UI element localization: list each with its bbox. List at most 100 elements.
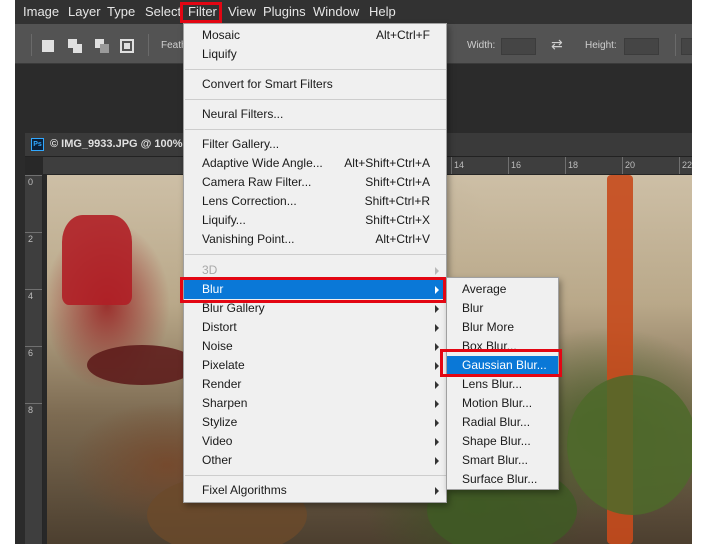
submenu-item-label: Surface Blur... bbox=[462, 472, 538, 486]
menu-item-mosaic[interactable]: Mosaic Alt+Ctrl+F bbox=[184, 26, 446, 45]
menu-item-label: Blur Gallery bbox=[202, 301, 265, 315]
menu-item-stylize[interactable]: Stylize bbox=[184, 413, 446, 432]
options-separator bbox=[675, 34, 676, 56]
ruler-label: 2 bbox=[28, 234, 34, 244]
menu-item-filter-gallery[interactable]: Filter Gallery... bbox=[184, 135, 446, 154]
swap-arrows-icon[interactable]: ⇄ bbox=[551, 37, 563, 53]
submenu-arrow-icon bbox=[435, 381, 439, 389]
intersect-selection-icon[interactable] bbox=[120, 39, 134, 53]
menu-item-render[interactable]: Render bbox=[184, 375, 446, 394]
menu-item-neural-filters[interactable]: Neural Filters... bbox=[184, 105, 446, 124]
add-to-selection-icon[interactable] bbox=[68, 39, 82, 53]
ruler-label: 6 bbox=[28, 348, 34, 358]
menu-image[interactable]: Image bbox=[23, 0, 59, 24]
menu-item-label: Mosaic bbox=[202, 28, 241, 42]
submenu-item-average[interactable]: Average bbox=[447, 280, 558, 299]
submenu-item-radial-blur[interactable]: Radial Blur... bbox=[447, 413, 558, 432]
menu-item-lens-correction[interactable]: Lens Correction... Shift+Ctrl+R bbox=[184, 192, 446, 211]
submenu-item-smart-blur[interactable]: Smart Blur... bbox=[447, 451, 558, 470]
menu-separator bbox=[185, 69, 446, 70]
photoshop-file-icon: Ps bbox=[31, 138, 44, 151]
menu-select[interactable]: Select bbox=[145, 0, 181, 24]
ruler-label: 18 bbox=[568, 160, 579, 170]
submenu-item-label: Radial Blur... bbox=[462, 415, 531, 429]
menu-item-other[interactable]: Other bbox=[184, 451, 446, 470]
height-field[interactable] bbox=[624, 38, 659, 55]
submenu-arrow-icon bbox=[435, 324, 439, 332]
menu-item-noise[interactable]: Noise bbox=[184, 337, 446, 356]
submenu-item-label: Motion Blur... bbox=[462, 396, 533, 410]
menu-item-vanishing-point[interactable]: Vanishing Point... Alt+Ctrl+V bbox=[184, 230, 446, 249]
ruler-label: 20 bbox=[625, 160, 636, 170]
menu-item-shortcut: Alt+Shift+Ctrl+A bbox=[344, 156, 430, 170]
submenu-item-blur[interactable]: Blur bbox=[447, 299, 558, 318]
submenu-item-label: Smart Blur... bbox=[462, 453, 529, 467]
menu-item-label: Render bbox=[202, 377, 242, 391]
menu-item-adaptive-wide-angle[interactable]: Adaptive Wide Angle... Alt+Shift+Ctrl+A bbox=[184, 154, 446, 173]
menu-item-label: Fixel Algorithms bbox=[202, 483, 287, 497]
menu-item-liquify[interactable]: Liquify bbox=[184, 45, 446, 64]
menu-item-label: Filter Gallery... bbox=[202, 137, 280, 151]
ruler-label: 16 bbox=[511, 160, 522, 170]
menu-item-label: Video bbox=[202, 434, 233, 448]
menu-view[interactable]: View bbox=[228, 0, 256, 24]
menu-item-sharpen[interactable]: Sharpen bbox=[184, 394, 446, 413]
menu-item-convert-smart-filters[interactable]: Convert for Smart Filters bbox=[184, 75, 446, 94]
menu-item-label: Neural Filters... bbox=[202, 107, 284, 121]
menu-separator bbox=[185, 129, 446, 130]
submenu-item-label: Average bbox=[462, 282, 507, 296]
menu-item-label: Other bbox=[202, 453, 233, 467]
highlight-filter-menu bbox=[180, 2, 222, 23]
submenu-arrow-icon bbox=[435, 400, 439, 408]
ruler-label: 0 bbox=[28, 177, 34, 187]
menu-bar: Image Layer Type Select Filter View Plug… bbox=[15, 0, 692, 24]
subtract-from-selection-icon[interactable] bbox=[95, 39, 109, 53]
menu-item-label: 3D bbox=[202, 263, 218, 277]
width-field[interactable] bbox=[501, 38, 536, 55]
menu-item-fixel-algorithms[interactable]: Fixel Algorithms bbox=[184, 481, 446, 500]
menu-item-video[interactable]: Video bbox=[184, 432, 446, 451]
ruler-label: 22 bbox=[682, 160, 692, 170]
menu-item-shortcut: Alt+Ctrl+F bbox=[375, 28, 430, 42]
highlight-gaussian-blur bbox=[440, 349, 562, 377]
menu-item-pixelate[interactable]: Pixelate bbox=[184, 356, 446, 375]
red-chair-shape bbox=[62, 215, 132, 305]
submenu-arrow-icon bbox=[435, 343, 439, 351]
submenu-item-lens-blur[interactable]: Lens Blur... bbox=[447, 375, 558, 394]
options-separator bbox=[148, 34, 149, 56]
menu-item-distort[interactable]: Distort bbox=[184, 318, 446, 337]
submenu-item-label: Blur bbox=[462, 301, 484, 315]
select-mask-field[interactable] bbox=[681, 38, 692, 55]
menu-item-label: Sharpen bbox=[202, 396, 248, 410]
menu-item-shortcut: Alt+Ctrl+V bbox=[375, 232, 430, 246]
submenu-item-shape-blur[interactable]: Shape Blur... bbox=[447, 432, 558, 451]
menu-layer[interactable]: Layer bbox=[68, 0, 101, 24]
menu-item-shortcut: Shift+Ctrl+X bbox=[365, 213, 430, 227]
plant-foliage-shape bbox=[567, 375, 692, 515]
submenu-arrow-icon bbox=[435, 438, 439, 446]
menu-window[interactable]: Window bbox=[313, 0, 359, 24]
highlight-blur-item bbox=[180, 277, 446, 303]
new-selection-icon[interactable] bbox=[41, 39, 55, 53]
submenu-arrow-icon bbox=[435, 362, 439, 370]
menu-help[interactable]: Help bbox=[369, 0, 396, 24]
submenu-arrow-icon bbox=[435, 457, 439, 465]
submenu-item-blur-more[interactable]: Blur More bbox=[447, 318, 558, 337]
menu-item-liquify-dialog[interactable]: Liquify... Shift+Ctrl+X bbox=[184, 211, 446, 230]
submenu-item-surface-blur[interactable]: Surface Blur... bbox=[447, 470, 558, 489]
height-label: Height: bbox=[585, 40, 617, 51]
menu-plugins[interactable]: Plugins bbox=[263, 0, 306, 24]
menu-item-label: Camera Raw Filter... bbox=[202, 175, 312, 189]
submenu-item-motion-blur[interactable]: Motion Blur... bbox=[447, 394, 558, 413]
options-separator bbox=[31, 34, 32, 56]
menu-separator bbox=[185, 475, 446, 476]
menu-item-camera-raw[interactable]: Camera Raw Filter... Shift+Ctrl+A bbox=[184, 173, 446, 192]
submenu-arrow-icon bbox=[435, 267, 439, 275]
ruler-label: 8 bbox=[28, 405, 34, 415]
menu-separator bbox=[185, 254, 446, 255]
menu-item-label: Liquify... bbox=[202, 213, 246, 227]
menu-item-label: Convert for Smart Filters bbox=[202, 77, 333, 91]
ruler-vertical[interactable]: 0 2 4 6 8 bbox=[25, 175, 43, 544]
menu-item-label: Distort bbox=[202, 320, 237, 334]
menu-type[interactable]: Type bbox=[107, 0, 135, 24]
